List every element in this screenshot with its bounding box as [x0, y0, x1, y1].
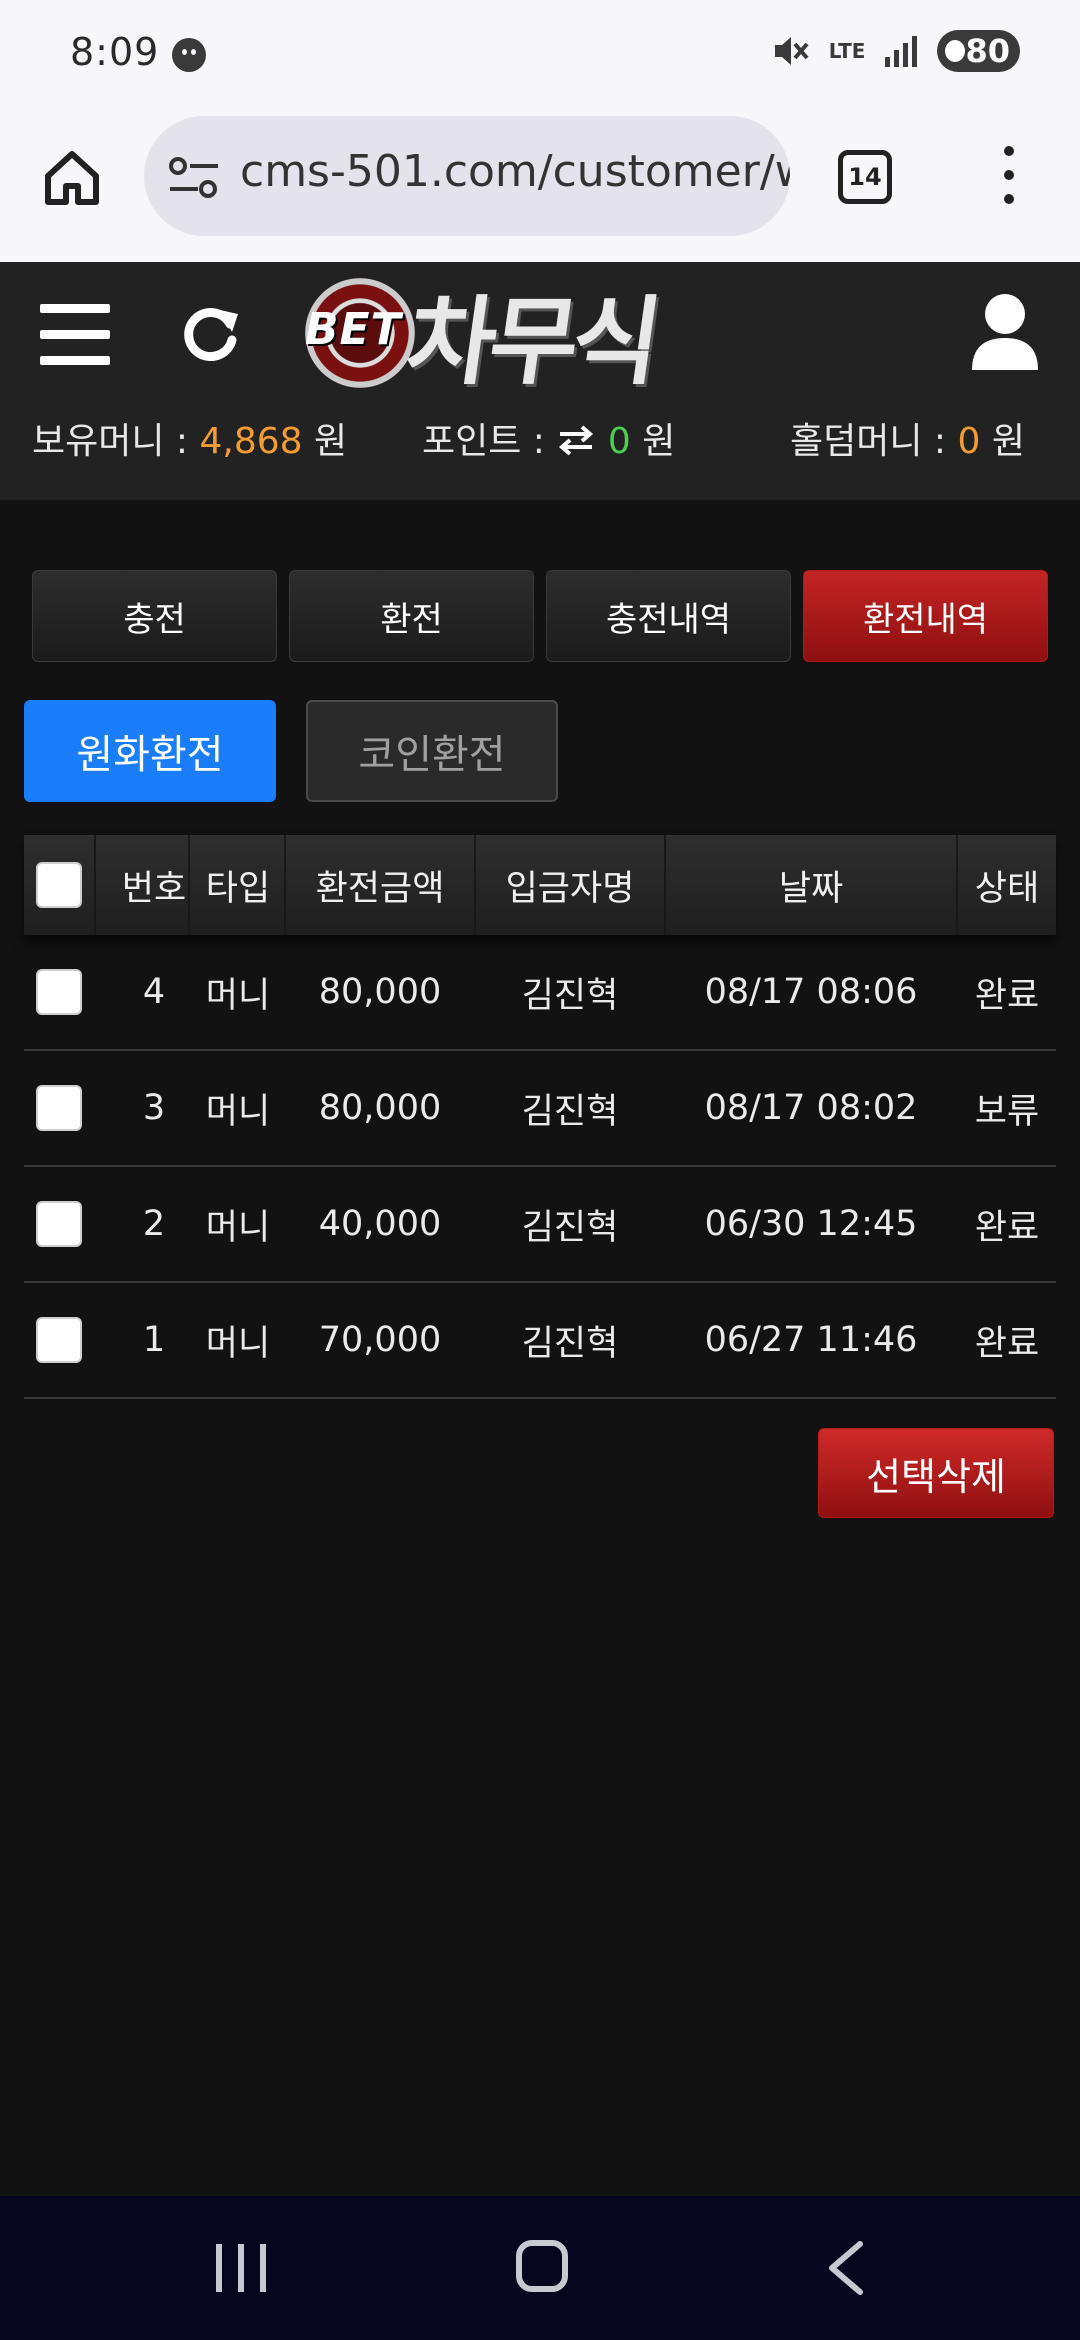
more-options-icon[interactable]: [1000, 146, 1018, 206]
battery-icon: 80: [937, 30, 1020, 72]
status-bar: 8:09 LTE 80: [0, 0, 1080, 110]
row-checkbox[interactable]: [36, 969, 82, 1015]
delete-selected-button[interactable]: 선택삭제: [818, 1428, 1054, 1518]
cell-amount: 70,000: [318, 1320, 442, 1360]
holding-money: 보유머니 : 4,868 원: [32, 421, 348, 462]
cell-type: 머니: [205, 1207, 271, 1248]
refresh-icon[interactable]: [176, 300, 244, 368]
cell-type: 머니: [205, 1091, 271, 1132]
header-depositor: 입금자명: [505, 868, 635, 909]
row-checkbox[interactable]: [36, 1085, 82, 1131]
table-row: 1 머니 70,000 김진혁 06/27 11:46 완료: [24, 1283, 1056, 1399]
status-time: 8:09: [70, 30, 160, 74]
tab-switcher-button[interactable]: 14: [838, 150, 892, 204]
swap-arrows-icon[interactable]: [556, 425, 596, 456]
back-icon[interactable]: [822, 2240, 870, 2296]
smiley-notification-icon: [172, 38, 206, 72]
cell-amount: 40,000: [318, 1204, 442, 1244]
address-bar[interactable]: cms-501.com/customer/w: [144, 116, 790, 236]
tab-withdraw-history[interactable]: 환전내역: [803, 570, 1048, 662]
tab-deposit[interactable]: 충전: [32, 570, 277, 662]
site-logo[interactable]: BET 차무식: [305, 274, 760, 398]
withdraw-history-table: 번호 타입 환전금액 입금자명 날짜 상태 4 머니 80,000 김진혁 08…: [24, 835, 1056, 1399]
cell-depositor: 김진혁: [521, 1323, 619, 1364]
cell-amount: 80,000: [318, 1088, 442, 1128]
cell-date: 08/17 08:06: [704, 972, 918, 1012]
holding-money-value: 4,868: [199, 421, 303, 462]
subtab-coin-withdraw[interactable]: 코인환전: [306, 700, 558, 802]
tab-withdraw[interactable]: 환전: [289, 570, 534, 662]
table-row: 2 머니 40,000 김진혁 06/30 12:45 완료: [24, 1167, 1056, 1283]
balance-bar: 보유머니 : 4,868 원 포인트 : 0 원 홀덤머니 : 0 원: [0, 412, 1080, 472]
cell-status: 완료: [974, 975, 1040, 1016]
url-text: cms-501.com/customer/w: [240, 146, 790, 197]
cell-type: 머니: [205, 1323, 271, 1364]
cell-date: 06/30 12:45: [704, 1204, 918, 1244]
subtab-krw-withdraw[interactable]: 원화환전: [24, 700, 276, 802]
point-balance: 포인트 : 0 원: [422, 421, 676, 462]
signal-icon: [885, 36, 918, 67]
table-row: 4 머니 80,000 김진혁 08/17 08:06 완료: [24, 935, 1056, 1051]
home-icon[interactable]: [40, 146, 104, 210]
cell-status: 완료: [974, 1323, 1040, 1364]
table-header: 번호 타입 환전금액 입금자명 날짜 상태: [24, 835, 1056, 935]
point-value: 0: [607, 421, 631, 462]
browser-toolbar: cms-501.com/customer/w 14: [0, 110, 1080, 262]
cell-depositor: 김진혁: [521, 975, 619, 1016]
table-row: 3 머니 80,000 김진혁 08/17 08:02 보류: [24, 1051, 1056, 1167]
cell-status: 보류: [974, 1091, 1040, 1132]
system-nav-bar: [0, 2196, 1080, 2340]
status-icons: LTE 80: [771, 30, 1020, 72]
user-icon[interactable]: [970, 292, 1040, 372]
cell-date: 08/17 08:02: [704, 1088, 918, 1128]
lte-icon: LTE: [828, 39, 866, 63]
row-checkbox[interactable]: [36, 1317, 82, 1363]
cell-amount: 80,000: [318, 972, 442, 1012]
select-all-checkbox[interactable]: [36, 862, 82, 908]
cell-status: 완료: [974, 1207, 1040, 1248]
header-type: 타입: [205, 868, 271, 909]
mute-icon: [774, 37, 809, 65]
header-status: 상태: [974, 868, 1040, 909]
hamburger-menu-icon[interactable]: [40, 304, 110, 365]
holdem-money-value: 0: [957, 421, 981, 462]
header-amount: 환전금액: [315, 868, 445, 909]
cell-type: 머니: [205, 975, 271, 1016]
site-settings-icon[interactable]: [168, 156, 220, 200]
cell-date: 06/27 11:46: [704, 1320, 918, 1360]
site-header: BET 차무식 보유머니 : 4,868 원 포인트 : 0 원 홀덤머니 : …: [0, 262, 1080, 500]
tab-deposit-history[interactable]: 충전내역: [546, 570, 791, 662]
header-date: 날짜: [778, 868, 844, 909]
row-checkbox[interactable]: [36, 1201, 82, 1247]
recent-apps-icon[interactable]: [216, 2244, 266, 2292]
cell-depositor: 김진혁: [521, 1091, 619, 1132]
cell-depositor: 김진혁: [521, 1207, 619, 1248]
logo-name: 차무식: [399, 285, 663, 398]
logo-prefix: BET: [305, 304, 402, 355]
home-button-icon[interactable]: [516, 2240, 568, 2292]
holdem-money: 홀덤머니 : 0 원: [790, 421, 1025, 462]
